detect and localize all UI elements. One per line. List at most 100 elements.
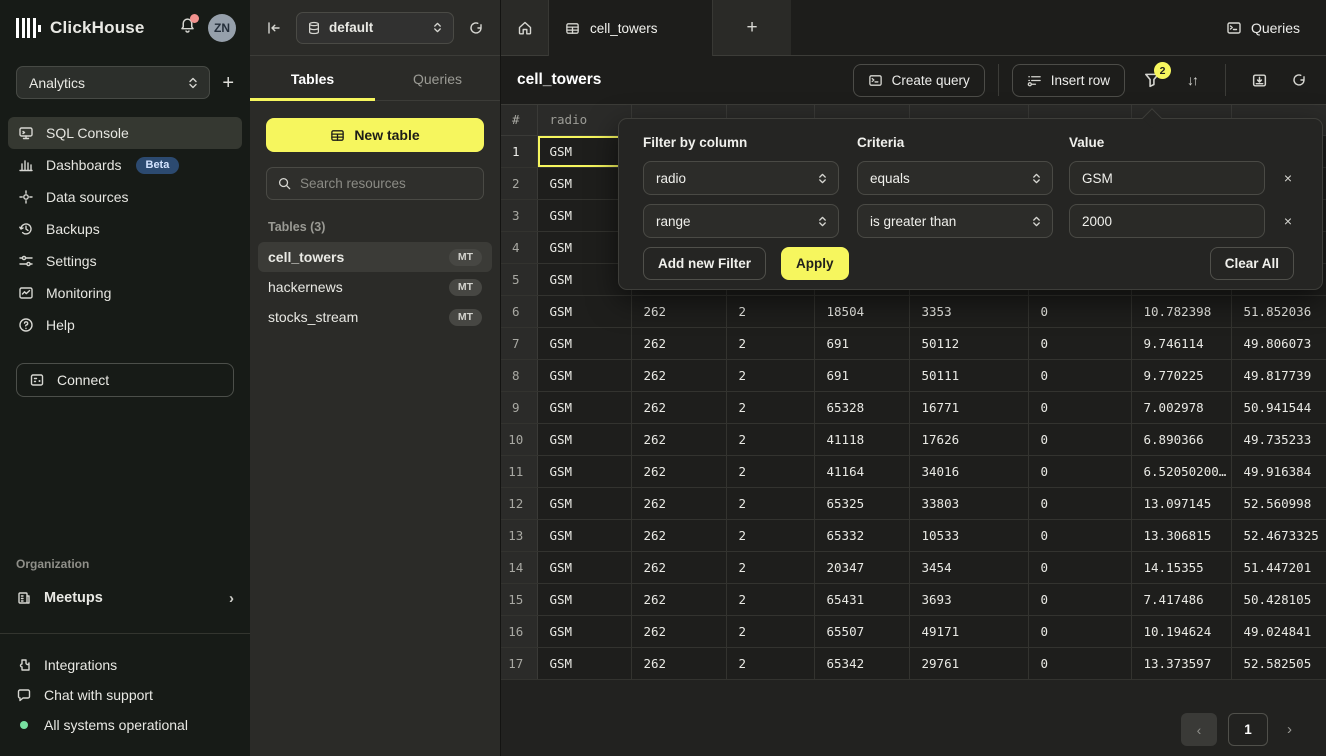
download-button[interactable] <box>1248 72 1270 89</box>
add-workspace-button[interactable]: + <box>222 73 234 93</box>
data-cell[interactable]: 3693 <box>909 583 1028 615</box>
col-header-num[interactable]: # <box>501 105 537 135</box>
data-cell[interactable]: 0 <box>1028 647 1131 679</box>
data-cell[interactable]: 65328 <box>814 391 909 423</box>
data-cell[interactable]: 14.15355 <box>1131 551 1231 583</box>
data-cell[interactable]: 49.024841 <box>1231 615 1326 647</box>
data-cell[interactable]: GSM <box>537 423 631 455</box>
data-cell[interactable]: 0 <box>1028 359 1131 391</box>
data-cell[interactable]: 262 <box>631 295 726 327</box>
data-cell[interactable]: 6.890366 <box>1131 423 1231 455</box>
home-button[interactable] <box>501 0 548 56</box>
data-cell[interactable]: 51.852036 <box>1231 295 1326 327</box>
data-cell[interactable]: 3353 <box>909 295 1028 327</box>
data-cell[interactable]: 691 <box>814 327 909 359</box>
table-item-hackernews[interactable]: hackernews MT <box>258 272 492 302</box>
database-select[interactable]: default <box>296 12 454 44</box>
filter-column-select-1[interactable]: radio <box>643 161 839 195</box>
remove-filter-1-button[interactable]: × <box>1277 161 1299 195</box>
sidebar-item-monitoring[interactable]: Monitoring <box>8 277 242 309</box>
data-cell[interactable]: 65507 <box>814 615 909 647</box>
data-cell[interactable]: 2 <box>726 295 814 327</box>
sidebar-item-backups[interactable]: Backups <box>8 213 242 245</box>
data-cell[interactable]: 16771 <box>909 391 1028 423</box>
data-cell[interactable]: 13.306815 <box>1131 519 1231 551</box>
connect-button[interactable]: Connect <box>16 363 234 397</box>
data-cell[interactable]: GSM <box>537 327 631 359</box>
data-cell[interactable]: 0 <box>1028 519 1131 551</box>
data-cell[interactable]: 2 <box>726 359 814 391</box>
data-cell[interactable]: 50111 <box>909 359 1028 391</box>
data-cell[interactable]: 2 <box>726 647 814 679</box>
data-cell[interactable]: 20347 <box>814 551 909 583</box>
data-cell[interactable]: 262 <box>631 647 726 679</box>
data-cell[interactable]: 262 <box>631 327 726 359</box>
data-cell[interactable]: 0 <box>1028 423 1131 455</box>
data-cell[interactable]: 2 <box>726 423 814 455</box>
data-cell[interactable]: 49.806073 <box>1231 327 1326 359</box>
data-cell[interactable]: 49.916384 <box>1231 455 1326 487</box>
data-cell[interactable]: 2 <box>726 615 814 647</box>
filter-value-input-1[interactable] <box>1069 161 1265 195</box>
data-cell[interactable]: 17626 <box>909 423 1028 455</box>
data-cell[interactable]: 49.735233 <box>1231 423 1326 455</box>
tab-queries[interactable]: Queries <box>375 56 500 100</box>
tab-tables[interactable]: Tables <box>250 56 375 100</box>
data-cell[interactable]: 49171 <box>909 615 1028 647</box>
data-cell[interactable]: 49.817739 <box>1231 359 1326 391</box>
tab-cell-towers[interactable]: cell_towers <box>548 0 713 56</box>
data-cell[interactable]: GSM <box>537 455 631 487</box>
data-cell[interactable]: 65431 <box>814 583 909 615</box>
data-cell[interactable]: GSM <box>537 391 631 423</box>
data-cell[interactable]: 262 <box>631 519 726 551</box>
filter-value-input-2[interactable] <box>1069 204 1265 238</box>
data-cell[interactable]: GSM <box>537 615 631 647</box>
sidebar-item-settings[interactable]: Settings <box>8 245 242 277</box>
data-cell[interactable]: 2 <box>726 551 814 583</box>
integrations-link[interactable]: Integrations <box>0 650 250 680</box>
data-cell[interactable]: 262 <box>631 551 726 583</box>
col-header-radio[interactable]: radio <box>537 105 631 135</box>
data-cell[interactable]: 2 <box>726 327 814 359</box>
data-cell[interactable]: 691 <box>814 359 909 391</box>
data-cell[interactable]: 262 <box>631 455 726 487</box>
new-tab-button[interactable]: + <box>713 0 791 56</box>
search-input[interactable] <box>300 176 473 191</box>
data-cell[interactable]: 13.373597 <box>1131 647 1231 679</box>
data-cell[interactable]: 0 <box>1028 391 1131 423</box>
workspace-select[interactable]: Analytics <box>16 66 210 99</box>
refresh-icon[interactable] <box>468 20 484 36</box>
data-cell[interactable]: 0 <box>1028 487 1131 519</box>
collapse-panel-icon[interactable] <box>266 20 282 36</box>
filter-column-select-2[interactable]: range <box>643 204 839 238</box>
queries-button[interactable]: Queries <box>1226 20 1300 36</box>
prev-page-button[interactable]: ‹ <box>1181 713 1217 746</box>
data-cell[interactable]: GSM <box>537 359 631 391</box>
next-page-button[interactable]: › <box>1279 721 1300 738</box>
data-cell[interactable]: 10.782398 <box>1131 295 1231 327</box>
sort-button[interactable]: ↓↑ <box>1181 72 1203 88</box>
table-item-stocks-stream[interactable]: stocks_stream MT <box>258 302 492 332</box>
data-cell[interactable]: GSM <box>537 135 631 167</box>
filter-button[interactable]: 2 <box>1141 71 1163 89</box>
data-cell[interactable]: 2 <box>726 455 814 487</box>
data-cell[interactable]: 33803 <box>909 487 1028 519</box>
data-cell[interactable]: 262 <box>631 615 726 647</box>
search-resources[interactable] <box>266 167 484 200</box>
data-cell[interactable]: 51.447201 <box>1231 551 1326 583</box>
data-cell[interactable]: GSM <box>537 551 631 583</box>
data-cell[interactable]: 65325 <box>814 487 909 519</box>
data-cell[interactable]: 0 <box>1028 551 1131 583</box>
sidebar-item-dashboards[interactable]: Dashboards Beta <box>8 149 242 181</box>
data-cell[interactable]: 13.097145 <box>1131 487 1231 519</box>
data-cell[interactable]: 9.746114 <box>1131 327 1231 359</box>
data-cell[interactable]: 50112 <box>909 327 1028 359</box>
data-cell[interactable]: 262 <box>631 583 726 615</box>
data-cell[interactable]: 29761 <box>909 647 1028 679</box>
data-cell[interactable]: 262 <box>631 391 726 423</box>
data-cell[interactable]: 34016 <box>909 455 1028 487</box>
data-cell[interactable]: GSM <box>537 519 631 551</box>
data-cell[interactable]: GSM <box>537 487 631 519</box>
data-cell[interactable]: 3454 <box>909 551 1028 583</box>
data-cell[interactable]: 52.582505 <box>1231 647 1326 679</box>
